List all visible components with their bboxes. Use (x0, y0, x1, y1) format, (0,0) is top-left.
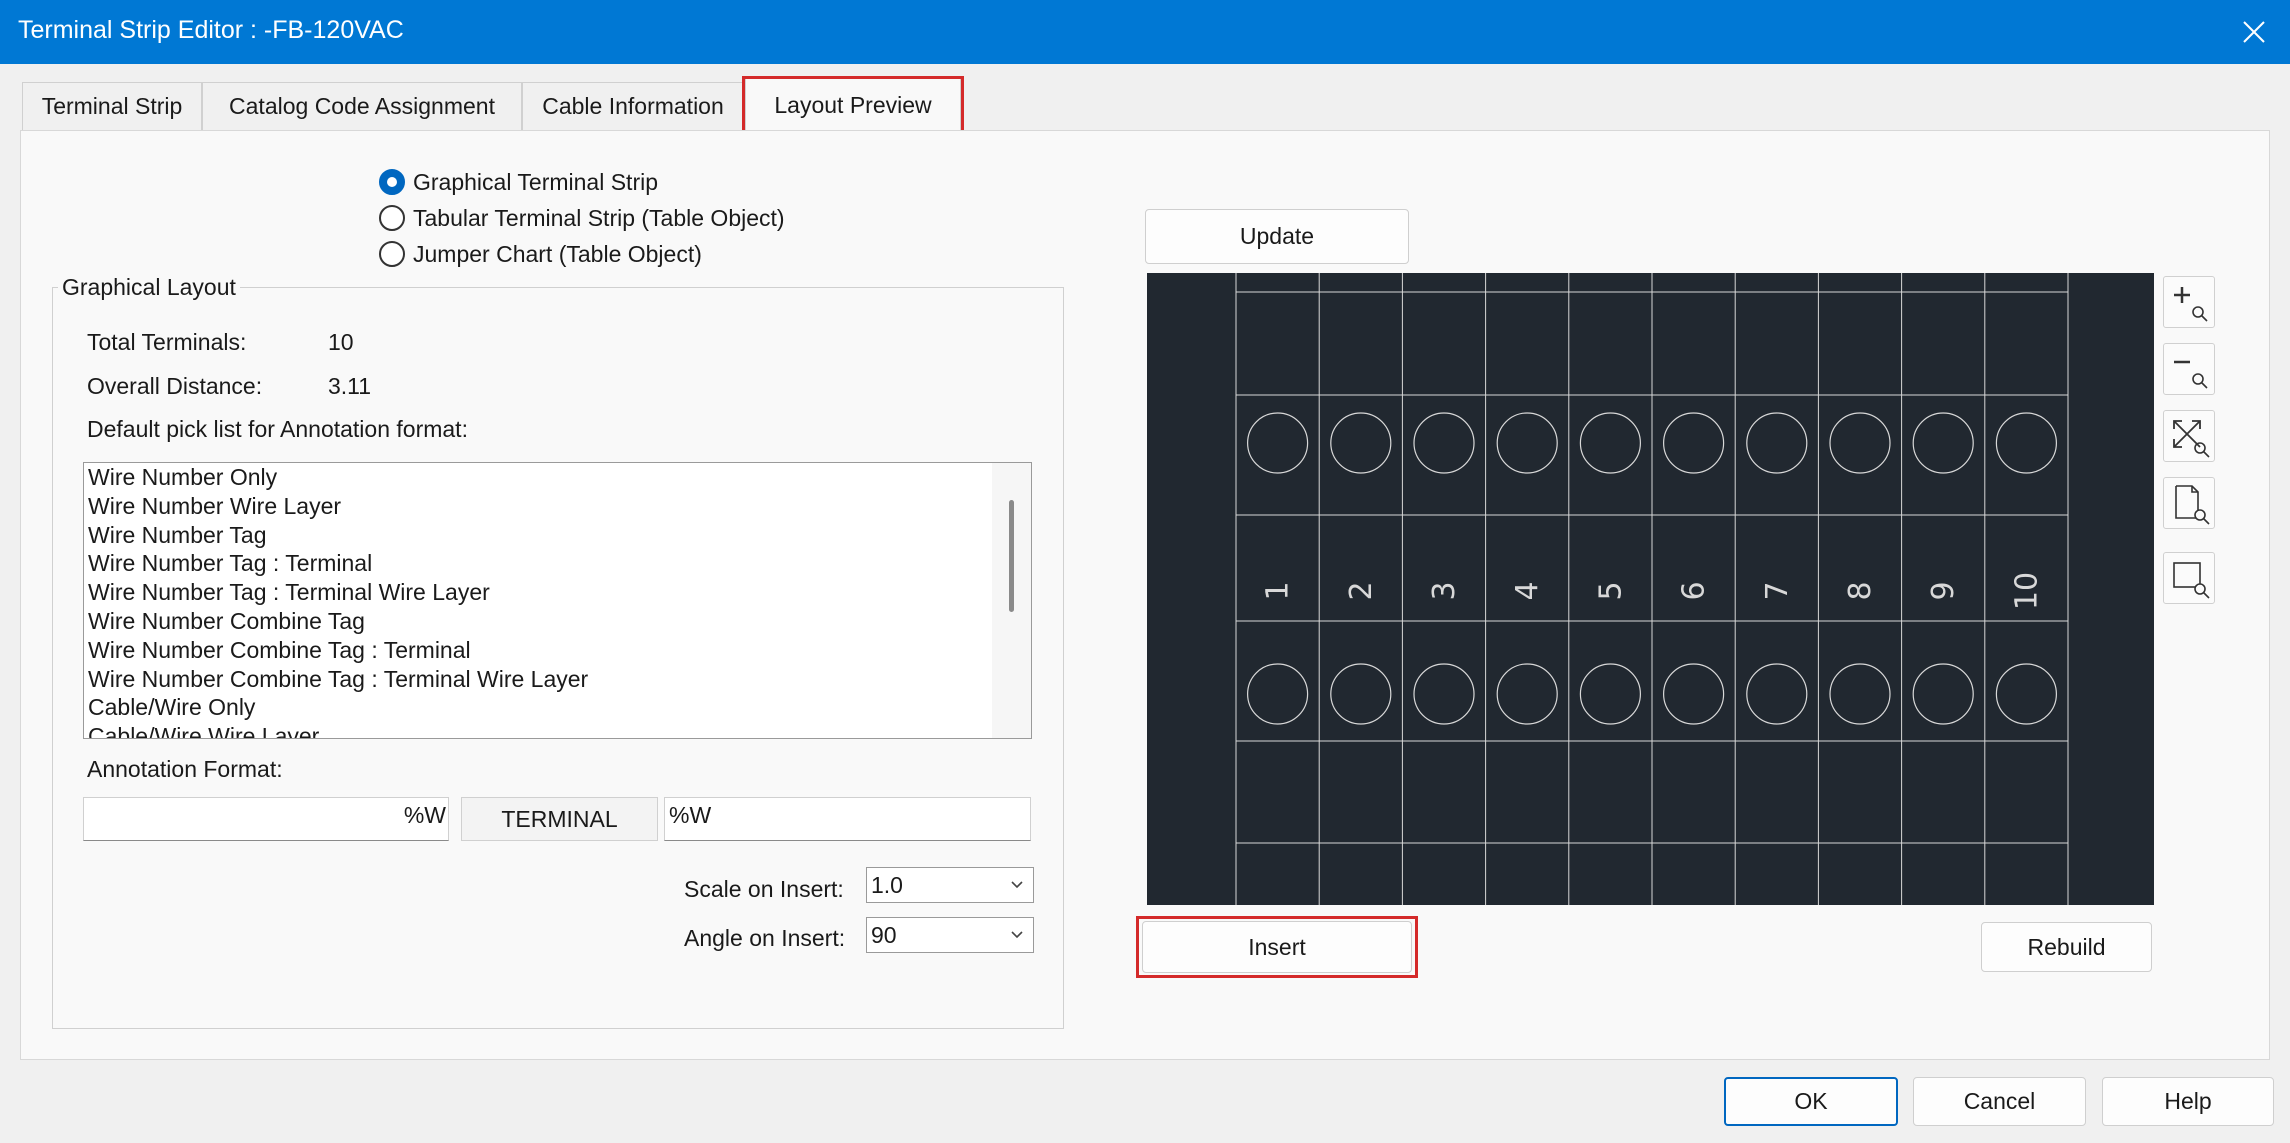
terminal-number-label: 3 (1427, 581, 1462, 600)
terminal-connection-top (1995, 412, 2058, 474)
zoom-page-icon (2175, 485, 2210, 525)
zoom-window-button[interactable] (2163, 552, 2215, 604)
angle-on-insert-label: Angle on Insert: (684, 925, 846, 951)
terminal-connection-top (1330, 412, 1392, 474)
terminal-connection-bottom (1247, 663, 1309, 725)
terminal-number-label: 5 (1593, 581, 1628, 600)
terminal-connection-top (1912, 412, 1974, 474)
tab-terminal-strip[interactable]: Terminal Strip (22, 82, 202, 130)
help-button[interactable]: Help (2102, 1077, 2274, 1126)
radio-jumper-chart[interactable]: Jumper Chart (Table Object) (379, 237, 702, 271)
terminal-connection-top (1662, 412, 1725, 474)
radio-graphical-terminal-strip[interactable]: Graphical Terminal Strip (379, 165, 658, 199)
terminal-connection-bottom (1662, 663, 1725, 725)
terminal-connection-bottom (1995, 663, 2058, 725)
terminal-connection-bottom (1746, 663, 1808, 725)
terminal-number-label: 7 (1760, 581, 1795, 600)
list-item[interactable]: Wire Number Wire Layer (84, 492, 1031, 521)
update-button[interactable]: Update (1145, 209, 1409, 264)
list-item[interactable]: Wire Number Tag : Terminal Wire Layer (84, 578, 1031, 607)
scale-on-insert-select[interactable]: 1.0 (866, 867, 1034, 903)
terminal-connection-top (1413, 412, 1475, 474)
terminal-connection-top (1829, 412, 1891, 474)
chevron-down-icon (1011, 881, 1023, 889)
annotation-terminal-label: TERMINAL (461, 797, 658, 841)
list-item[interactable]: Wire Number Combine Tag (84, 607, 1031, 636)
zoom-extents-button[interactable] (2163, 410, 2215, 462)
terminal-connection-top (1496, 412, 1558, 474)
zoom-in-icon (2174, 287, 2208, 322)
tab-layout-preview[interactable]: Layout Preview (745, 78, 961, 132)
terminal-connection-top (1579, 412, 1641, 474)
zoom-out-icon (2174, 360, 2208, 389)
terminal-connection-bottom (1912, 663, 1974, 725)
terminal-number-label: 1 (1261, 581, 1296, 600)
terminal-connection-bottom (1829, 663, 1891, 725)
pick-list-scroll-thumb[interactable] (1009, 500, 1014, 612)
list-item[interactable]: Wire Number Tag (84, 521, 1031, 550)
zoom-window-icon (2173, 562, 2210, 599)
total-terminals-label: Total Terminals: (87, 329, 247, 355)
list-item[interactable]: Wire Number Combine Tag : Terminal Wire … (84, 665, 1031, 694)
scale-on-insert-label: Scale on Insert: (684, 876, 844, 902)
insert-button[interactable]: Insert (1142, 921, 1412, 973)
annotation-suffix-input[interactable]: %W (664, 797, 1031, 841)
terminal-strip-drawing: 1 2 3 4 5 6 7 8 9 10 (1235, 273, 2069, 905)
layout-preview-canvas[interactable]: 1 2 3 4 5 6 7 8 9 10 (1147, 273, 2154, 905)
overall-distance-value: 3.11 (328, 373, 372, 399)
zoom-in-button[interactable] (2163, 276, 2215, 328)
terminal-connection-bottom (1496, 663, 1558, 725)
terminal-connection-top (1247, 412, 1309, 474)
zoom-extents-icon (2173, 420, 2210, 458)
list-item[interactable]: Wire Number Combine Tag : Terminal (84, 636, 1031, 665)
cancel-button[interactable]: Cancel (1913, 1077, 2086, 1126)
zoom-out-button[interactable] (2163, 343, 2215, 395)
terminal-number-label: 2 (1344, 581, 1379, 600)
radio-tabular-terminal-strip[interactable]: Tabular Terminal Strip (Table Object) (379, 201, 785, 235)
terminal-number-label: 6 (1677, 581, 1712, 600)
annotation-format-label: Annotation Format: (87, 756, 283, 782)
total-terminals-value: 10 (328, 329, 354, 355)
close-button[interactable] (2236, 14, 2272, 50)
terminal-number-label: 9 (1926, 581, 1961, 600)
terminal-connection-bottom (1579, 663, 1641, 725)
angle-on-insert-select[interactable]: 90 (866, 917, 1034, 953)
annotation-prefix-input[interactable]: %W (83, 797, 449, 841)
terminal-connection-bottom (1330, 663, 1392, 725)
radio-unchecked-icon (379, 241, 405, 267)
ok-button[interactable]: OK (1724, 1077, 1898, 1126)
graphical-layout-legend: Graphical Layout (58, 274, 240, 301)
terminal-connection-top (1746, 412, 1808, 474)
close-icon (2243, 21, 2265, 43)
terminal-number-label: 10 (2009, 572, 2044, 610)
tab-cable-information[interactable]: Cable Information (522, 82, 744, 130)
radio-unchecked-icon (379, 205, 405, 231)
overall-distance-label: Overall Distance: (87, 373, 263, 399)
pick-list-label: Default pick list for Annotation format: (87, 416, 468, 442)
terminal-number-label: 8 (1843, 581, 1878, 600)
list-item[interactable]: Cable/Wire Wire Layer (84, 722, 1031, 738)
terminal-number-label: 4 (1510, 581, 1545, 600)
chevron-down-icon (1011, 931, 1023, 939)
terminal-connection-bottom (1413, 663, 1475, 725)
rebuild-button[interactable]: Rebuild (1981, 922, 2152, 972)
radio-checked-icon (379, 169, 405, 195)
zoom-page-button[interactable] (2163, 477, 2215, 529)
list-item[interactable]: Cable/Wire Only (84, 693, 1031, 722)
list-item[interactable]: Wire Number Tag : Terminal (84, 549, 1031, 578)
annotation-pick-list[interactable]: Wire Number Only Wire Number Wire Layer … (83, 462, 1032, 739)
list-item[interactable]: Wire Number Only (84, 463, 1031, 492)
window-title: Terminal Strip Editor : -FB-120VAC (18, 16, 404, 44)
tab-catalog-code-assignment[interactable]: Catalog Code Assignment (202, 82, 522, 130)
